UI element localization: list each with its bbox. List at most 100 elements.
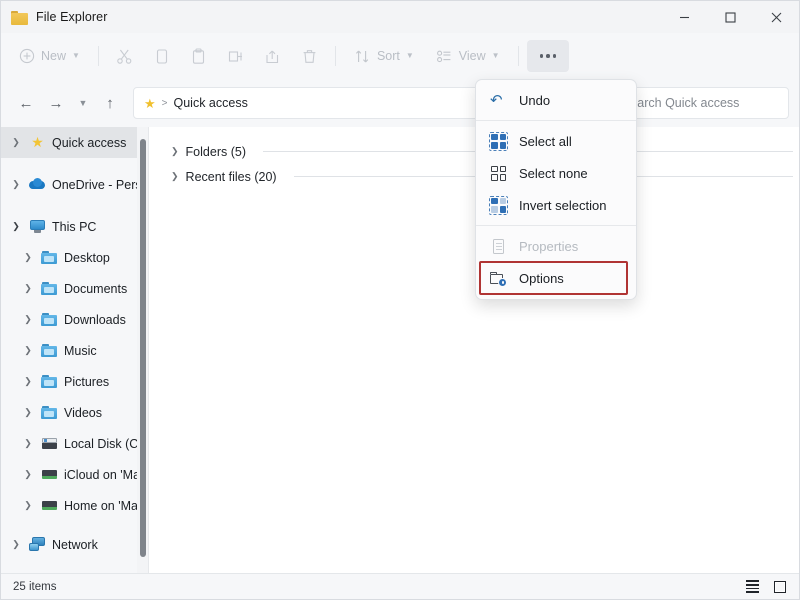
chevron-right-icon[interactable]: ❯ [21, 283, 35, 294]
details-view-icon[interactable] [745, 580, 760, 594]
star-icon: ★ [29, 135, 46, 150]
sidebar-item-downloads[interactable]: ❯ Downloads [1, 304, 149, 335]
rename-icon [227, 48, 244, 65]
chevron-right-icon[interactable]: ❯ [171, 146, 179, 157]
sidebar-item-network[interactable]: ❯ Network [1, 529, 149, 560]
menu-item-label: Properties [519, 239, 578, 254]
file-list-pane[interactable]: ❯ Folders (5) ❯ Recent files (20) [149, 127, 799, 573]
rename-button[interactable] [218, 40, 253, 72]
folder-icon [41, 374, 58, 389]
group-header-folders[interactable]: ❯ Folders (5) [149, 139, 799, 164]
chevron-right-icon[interactable]: ❯ [21, 314, 35, 325]
sidebar-item-quick-access[interactable]: ❯ ★ Quick access [1, 127, 149, 158]
star-icon: ★ [144, 97, 156, 110]
select-none-icon [490, 165, 507, 182]
disk-icon [41, 436, 58, 451]
clipboard-icon [190, 48, 207, 65]
sort-button-label: Sort [377, 49, 400, 63]
monitor-icon [29, 219, 46, 234]
menu-item-invert-selection[interactable]: Invert selection [476, 189, 636, 221]
sidebar-item-documents[interactable]: ❯ Documents [1, 273, 149, 304]
back-arrow-icon[interactable]: ← [11, 88, 41, 118]
see-more-button[interactable] [527, 40, 570, 72]
chevron-right-icon[interactable]: ❯ [21, 345, 35, 356]
sort-button[interactable]: Sort ▼ [344, 40, 424, 72]
command-bar: New ▼ [1, 33, 799, 79]
sidebar-item-label: Documents [64, 282, 127, 296]
menu-item-select-none[interactable]: Select none [476, 157, 636, 189]
copy-icon [153, 48, 170, 65]
folder-icon [11, 10, 28, 25]
select-all-icon [490, 133, 507, 150]
chevron-down-icon: ▼ [406, 52, 414, 60]
sidebar-item-label: Network [52, 538, 98, 552]
large-icons-view-icon[interactable] [772, 580, 787, 594]
properties-icon [490, 238, 507, 255]
sidebar-item-home-on-mac[interactable]: ❯ Home on 'Mac' [1, 490, 149, 521]
title-bar-left: File Explorer [1, 10, 107, 25]
minimize-icon[interactable] [661, 1, 707, 33]
undo-icon: ↶ [490, 92, 507, 109]
see-more-menu: ↶ Undo Select all Select none Invert sel… [475, 79, 637, 300]
maximize-icon[interactable] [707, 1, 753, 33]
chevron-down-icon: ▼ [72, 52, 80, 60]
chevron-right-icon[interactable]: ❯ [9, 539, 23, 550]
share-button[interactable] [255, 40, 290, 72]
scissors-icon [116, 48, 133, 65]
group-header-label: Recent files (20) [186, 170, 277, 184]
view-button[interactable]: View ▼ [426, 40, 510, 72]
paste-button[interactable] [181, 40, 216, 72]
forward-arrow-icon[interactable]: → [41, 88, 71, 118]
chevron-right-icon[interactable]: ❯ [21, 376, 35, 387]
sidebar-item-label: Videos [64, 406, 102, 420]
sidebar-item-local-disk-c[interactable]: ❯ Local Disk (C:) [1, 428, 149, 459]
view-list-icon [436, 48, 453, 65]
chevron-right-icon[interactable]: ❯ [21, 469, 35, 480]
folder-icon [41, 281, 58, 296]
chevron-right-icon[interactable]: ❯ [21, 407, 35, 418]
search-input[interactable]: Search Quick access [611, 87, 789, 119]
file-explorer-window: File Explorer New ▼ [0, 0, 800, 600]
sidebar-item-onedrive[interactable]: ❯ OneDrive - Persc [1, 169, 149, 200]
sort-icon [354, 48, 371, 65]
sidebar-item-label: Pictures [64, 375, 109, 389]
folder-icon [41, 312, 58, 327]
close-icon[interactable] [753, 1, 799, 33]
sidebar-item-this-pc[interactable]: ❯ This PC [1, 211, 149, 242]
chevron-right-icon[interactable]: ❯ [9, 137, 23, 148]
new-button-label: New [41, 49, 66, 63]
folder-icon [41, 405, 58, 420]
recent-locations-chevron-down-icon[interactable]: ▼ [71, 88, 95, 118]
sidebar-item-label: Music [64, 344, 97, 358]
menu-item-select-all[interactable]: Select all [476, 125, 636, 157]
new-button[interactable]: New ▼ [9, 40, 90, 72]
toolbar-divider [98, 46, 99, 66]
sidebar-item-label: iCloud on 'Mac' [64, 468, 149, 482]
delete-button[interactable] [292, 40, 327, 72]
chevron-right-icon[interactable]: ❯ [21, 438, 35, 449]
up-arrow-icon[interactable]: ↑ [95, 88, 125, 118]
sidebar-item-videos[interactable]: ❯ Videos [1, 397, 149, 428]
group-header-recent-files[interactable]: ❯ Recent files (20) [149, 164, 799, 189]
sidebar-item-desktop[interactable]: ❯ Desktop [1, 242, 149, 273]
chevron-right-icon[interactable]: ❯ [21, 500, 35, 511]
group-header-label: Folders (5) [186, 145, 246, 159]
navigation-pane[interactable]: ❯ ★ Quick access ❯ OneDrive - Persc ❯ Th… [1, 127, 149, 573]
chevron-right-icon[interactable]: ❯ [21, 252, 35, 263]
ellipsis-icon [540, 54, 557, 58]
sidebar-item-icloud-on-mac[interactable]: ❯ iCloud on 'Mac' [1, 459, 149, 490]
menu-item-undo[interactable]: ↶ Undo [476, 84, 636, 116]
sidebar-item-music[interactable]: ❯ Music [1, 335, 149, 366]
copy-button[interactable] [144, 40, 179, 72]
chevron-down-icon[interactable]: ❯ [9, 221, 23, 232]
menu-item-label: Invert selection [519, 198, 606, 213]
menu-separator [476, 225, 636, 226]
chevron-right-icon[interactable]: ❯ [9, 179, 23, 190]
network-icon [29, 537, 46, 552]
sidebar-scrollbar-thumb[interactable] [140, 139, 146, 557]
menu-item-options[interactable]: Options [476, 262, 636, 294]
share-icon [264, 48, 281, 65]
cut-button[interactable] [107, 40, 142, 72]
sidebar-item-pictures[interactable]: ❯ Pictures [1, 366, 149, 397]
chevron-right-icon[interactable]: ❯ [171, 171, 179, 182]
